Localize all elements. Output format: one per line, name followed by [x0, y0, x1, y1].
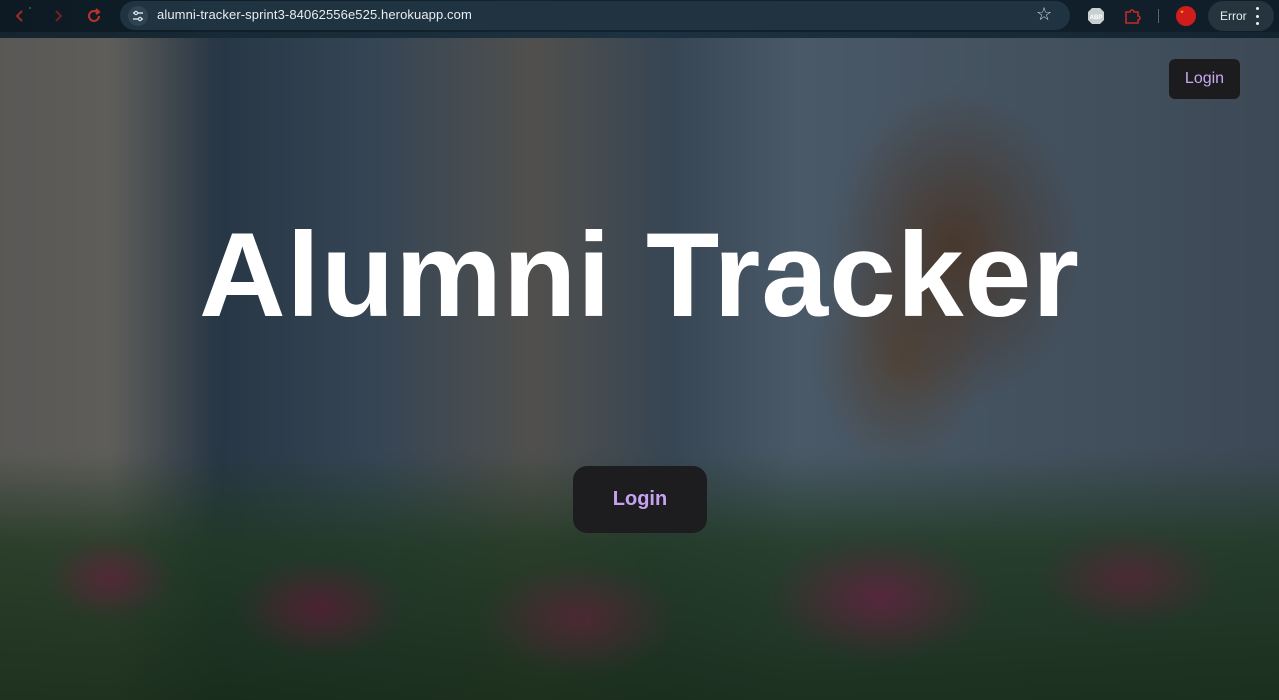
page-title: Alumni Tracker [198, 208, 1080, 342]
reload-icon[interactable] [84, 6, 104, 26]
forward-arrow-icon[interactable] [48, 6, 68, 26]
back-arrow-icon[interactable] [10, 6, 30, 26]
background-overlay [0, 38, 1279, 700]
avatar-icon[interactable] [1176, 6, 1196, 26]
header-login-button[interactable]: Login [1169, 59, 1240, 99]
toolbar-divider [1158, 9, 1159, 23]
puzzle-icon[interactable] [1122, 6, 1142, 26]
svg-text:ABP: ABP [1090, 15, 1103, 21]
url-text[interactable]: alumni-tracker-sprint3-84062556e525.hero… [157, 7, 472, 22]
adblock-icon[interactable]: ABP [1086, 6, 1106, 26]
hero-login-button[interactable]: Login [573, 466, 707, 533]
browser-toolbar: alumni-tracker-sprint3-84062556e525.hero… [0, 0, 1279, 32]
star-icon[interactable]: ☆ [1036, 4, 1052, 25]
page-viewport: Login Alumni Tracker Login [0, 38, 1279, 700]
profile-error-text: Error [1220, 9, 1247, 23]
three-dot-menu-icon[interactable] [1254, 7, 1260, 25]
tune-icon[interactable] [128, 6, 148, 26]
